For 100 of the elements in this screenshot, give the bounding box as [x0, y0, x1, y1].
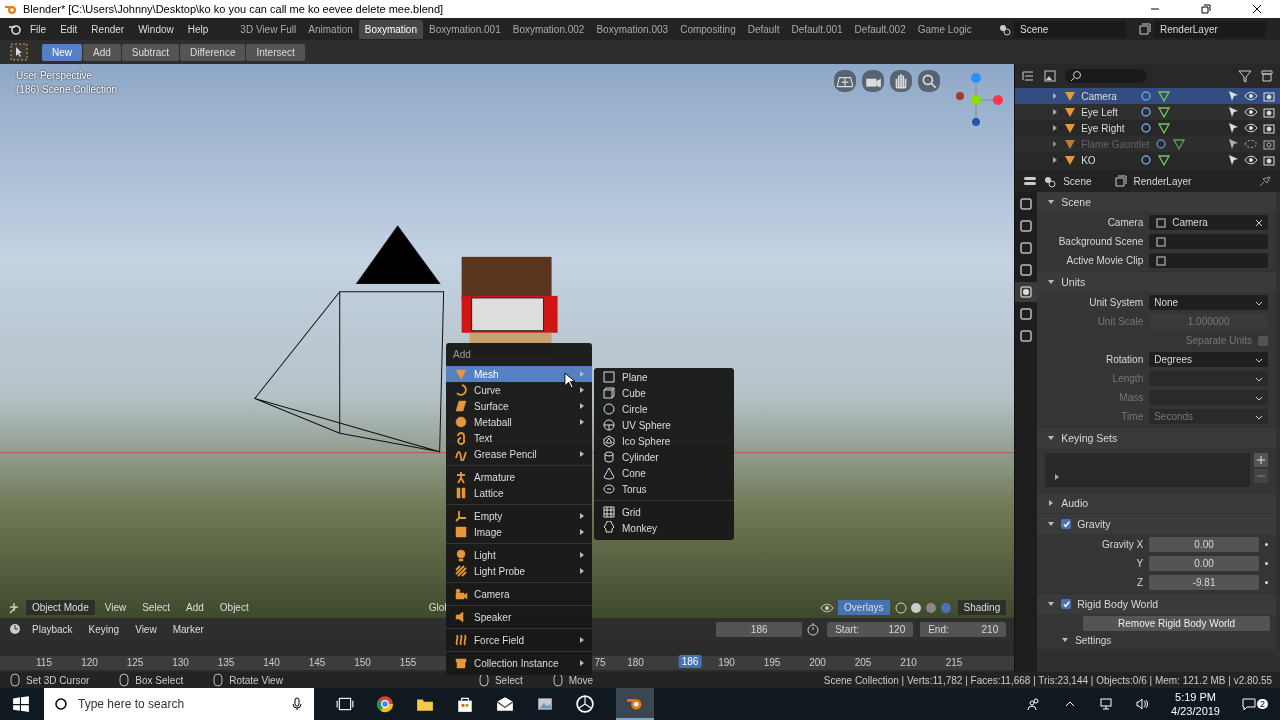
- menu-item[interactable]: Playback: [26, 621, 79, 637]
- menu-item[interactable]: Force Field: [446, 632, 592, 648]
- number-field[interactable]: 0.00: [1149, 537, 1259, 552]
- menu-item[interactable]: Metaball: [446, 414, 592, 430]
- workspace-tab[interactable]: Animation: [302, 19, 359, 39]
- object-field[interactable]: [1149, 234, 1268, 249]
- clock-time[interactable]: 5:19 PM: [1175, 690, 1216, 704]
- remove-button[interactable]: Remove Rigid Body World: [1083, 616, 1270, 631]
- checkbox[interactable]: [1061, 599, 1072, 609]
- outliner-row[interactable]: Camera: [1015, 88, 1280, 104]
- clear-icon[interactable]: [1255, 218, 1263, 227]
- eye-icon[interactable]: [1244, 153, 1258, 167]
- windows-start-icon[interactable]: [12, 695, 30, 713]
- eye-icon[interactable]: [1244, 105, 1258, 119]
- menu-item[interactable]: Cone: [594, 465, 734, 481]
- menu-item[interactable]: Circle: [594, 401, 734, 417]
- keyframe-dot-icon[interactable]: [1265, 543, 1268, 546]
- outliner-row[interactable]: Eye Right: [1015, 120, 1280, 136]
- menu-item[interactable]: Empty: [446, 508, 592, 524]
- aperture-icon[interactable]: [576, 695, 594, 713]
- blender-logo-icon[interactable]: [8, 22, 22, 36]
- menu-item[interactable]: Torus: [594, 481, 734, 497]
- menu-item[interactable]: Window: [132, 21, 180, 37]
- menu-item[interactable]: View: [98, 600, 133, 615]
- menu-item[interactable]: Curve: [446, 382, 592, 398]
- shading-modes-icon[interactable]: [893, 600, 954, 615]
- stopwatch-icon[interactable]: [806, 622, 821, 636]
- workspace-tab[interactable]: Default.002: [848, 19, 912, 39]
- workspace-tab[interactable]: Default: [741, 19, 786, 39]
- object-field[interactable]: Camera: [1149, 215, 1268, 230]
- cursor-arrow-icon[interactable]: [1226, 105, 1240, 119]
- menu-item[interactable]: Marker: [166, 621, 210, 637]
- start-frame-field[interactable]: Start: 120: [827, 621, 914, 637]
- clock-date[interactable]: 4/23/2019: [1171, 704, 1220, 718]
- taskbar-search-field[interactable]: Type here to search: [44, 688, 314, 720]
- grid-icon[interactable]: [834, 70, 857, 92]
- camera-icon[interactable]: [862, 70, 885, 92]
- panel-header[interactable]: Keying Sets: [1037, 428, 1276, 448]
- subpanel-title[interactable]: Settings: [1075, 634, 1112, 646]
- cursor-arrow-icon[interactable]: [1226, 153, 1240, 167]
- overlays-dropdown[interactable]: Overlays: [838, 600, 890, 615]
- render-layer-field[interactable]: RenderLayer: [1154, 20, 1266, 38]
- outliner-row[interactable]: Eye Left: [1015, 104, 1280, 120]
- menu-item[interactable]: Grid: [594, 504, 734, 520]
- outliner-row[interactable]: KO: [1015, 152, 1280, 168]
- menu-item[interactable]: Plane: [594, 369, 734, 385]
- keyframe-dot-icon[interactable]: [1265, 581, 1268, 584]
- display-mode-icon[interactable]: [1021, 69, 1036, 83]
- clock-icon[interactable]: [8, 622, 22, 636]
- workspace-tab[interactable]: Default.001: [785, 19, 849, 39]
- panel-header[interactable]: Gravity: [1037, 514, 1276, 534]
- workspace-tab[interactable]: Game Logic: [911, 19, 978, 39]
- add-icon[interactable]: [1254, 453, 1268, 467]
- menu-item[interactable]: Object: [213, 600, 255, 615]
- panel-header[interactable]: Rigid Body World: [1037, 594, 1276, 614]
- mode-button[interactable]: Add: [83, 43, 121, 61]
- dropdown[interactable]: None: [1149, 295, 1268, 310]
- workspace-tab[interactable]: Boxymation.003: [590, 19, 675, 39]
- keyframe-dot-icon[interactable]: [1265, 562, 1268, 565]
- pin-icon[interactable]: [1258, 174, 1272, 188]
- menu-item[interactable]: Render: [85, 21, 131, 37]
- number-field[interactable]: -9.81: [1149, 575, 1259, 590]
- render-camera-icon[interactable]: [1262, 121, 1276, 135]
- people-icon[interactable]: [1027, 697, 1042, 711]
- menu-item[interactable]: Add: [180, 600, 210, 615]
- mode-button[interactable]: Subtract: [121, 43, 180, 61]
- panel-header[interactable]: Audio: [1037, 493, 1276, 513]
- envelope-icon[interactable]: [496, 695, 514, 713]
- filter-icon[interactable]: [1238, 69, 1252, 83]
- menu-item[interactable]: Keying: [82, 621, 126, 637]
- menu-item[interactable]: Grease Pencil: [446, 446, 592, 462]
- menu-item[interactable]: Select: [136, 600, 176, 615]
- menu-item[interactable]: Cylinder: [594, 449, 734, 465]
- search-field[interactable]: [1065, 69, 1148, 83]
- volume-icon[interactable]: [1135, 697, 1150, 711]
- workspace-tab[interactable]: Boxymation: [358, 19, 423, 39]
- menu-item[interactable]: Help: [181, 21, 215, 37]
- render-camera-icon[interactable]: [1262, 153, 1276, 167]
- render-camera-icon[interactable]: [1262, 89, 1276, 103]
- browser-icon[interactable]: [376, 695, 394, 713]
- eye-icon[interactable]: [1244, 89, 1258, 103]
- workspace-tab[interactable]: Boxymation.001: [423, 19, 507, 39]
- workspace-tab[interactable]: Compositing: [674, 19, 742, 39]
- panel-header[interactable]: Scene: [1037, 192, 1276, 212]
- hand-icon[interactable]: [890, 70, 913, 92]
- menu-item[interactable]: Lattice: [446, 485, 592, 501]
- menu-item[interactable]: Light: [446, 547, 592, 563]
- mode-button[interactable]: Intersect: [246, 43, 305, 61]
- menu-item[interactable]: View: [129, 621, 163, 637]
- select-tool-icon[interactable]: [10, 43, 28, 61]
- end-frame-field[interactable]: End: 210: [920, 621, 1007, 637]
- menu-item[interactable]: Camera: [446, 586, 592, 602]
- cursor-arrow-icon[interactable]: [1226, 89, 1240, 103]
- network-icon[interactable]: [1099, 697, 1114, 711]
- menu-item[interactable]: Collection Instance: [446, 655, 592, 671]
- notifications-button[interactable]: 2: [1242, 697, 1268, 711]
- playhead[interactable]: 186: [678, 655, 702, 668]
- menu-item[interactable]: UV Sphere: [594, 417, 734, 433]
- menu-item[interactable]: Surface: [446, 398, 592, 414]
- editor-type-icon[interactable]: [1023, 174, 1038, 188]
